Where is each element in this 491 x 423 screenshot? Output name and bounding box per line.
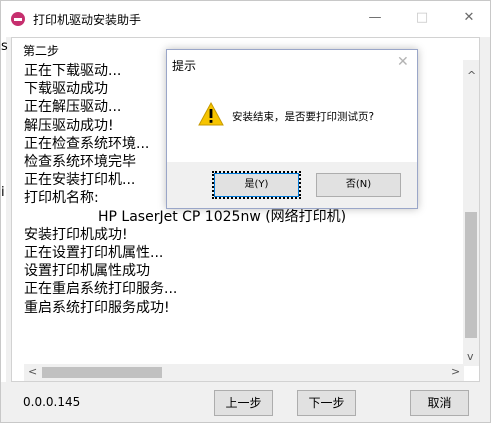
yes-button[interactable]: 是(Y): [214, 173, 299, 197]
installer-window: 打印机驱动安装助手 — □ ✕ s i 第二步 正在下载驱动... 下载驱动成功…: [0, 0, 491, 423]
minimize-button[interactable]: —: [358, 7, 392, 29]
log-line: 正在设置打印机属性...: [24, 245, 164, 262]
prev-button[interactable]: 上一步: [214, 390, 273, 416]
no-button[interactable]: 否(N): [316, 173, 401, 197]
horizontal-scroll-thumb[interactable]: [42, 367, 162, 378]
warning-icon: [198, 102, 224, 126]
edge-char: s: [1, 39, 8, 54]
log-line: 重启系统打印服务成功!: [24, 299, 170, 316]
vertical-scroll-thumb[interactable]: [465, 212, 477, 338]
vertical-scrollbar[interactable]: ^ v: [463, 60, 479, 366]
maximize-button[interactable]: □: [405, 7, 439, 29]
step-label: 第二步: [23, 44, 60, 58]
title-bar[interactable]: 打印机驱动安装助手 — □ ✕: [1, 1, 490, 37]
next-button[interactable]: 下一步: [297, 390, 356, 416]
left-edge: s i: [1, 37, 8, 382]
dialog-button-bar: 是(Y) 否(N): [167, 162, 417, 208]
edge-char: i: [1, 185, 5, 200]
scroll-down-icon[interactable]: v: [467, 350, 474, 363]
footer: 0.0.0.145 上一步 下一步 取消: [1, 382, 490, 422]
dialog-close-button[interactable]: ✕: [397, 54, 409, 70]
log-line: 正在重启系统打印服务...: [24, 281, 178, 298]
log-line: 安装打印机成功!: [24, 226, 128, 243]
printer-name-line: HP LaserJet CP 1025nw (网络打印机): [98, 208, 347, 225]
scroll-up-icon[interactable]: ^: [467, 69, 476, 82]
window-title: 打印机驱动安装助手: [33, 13, 142, 27]
scroll-left-icon[interactable]: <: [28, 365, 37, 378]
dialog-message: 安装结束，是否要打印测试页?: [232, 111, 375, 123]
log-line: 设置打印机属性成功: [24, 263, 150, 280]
dialog-title: 提示: [172, 59, 197, 73]
close-button[interactable]: ✕: [452, 7, 486, 29]
version-label: 0.0.0.145: [23, 395, 81, 409]
cancel-button[interactable]: 取消: [410, 390, 469, 416]
message-dialog: 提示 ✕ 安装结束，是否要打印测试页? 是(Y) 否(N): [166, 49, 418, 209]
horizontal-scrollbar[interactable]: < >: [24, 364, 464, 381]
printer-app-icon: [11, 12, 25, 26]
scroll-right-icon[interactable]: >: [451, 365, 460, 378]
